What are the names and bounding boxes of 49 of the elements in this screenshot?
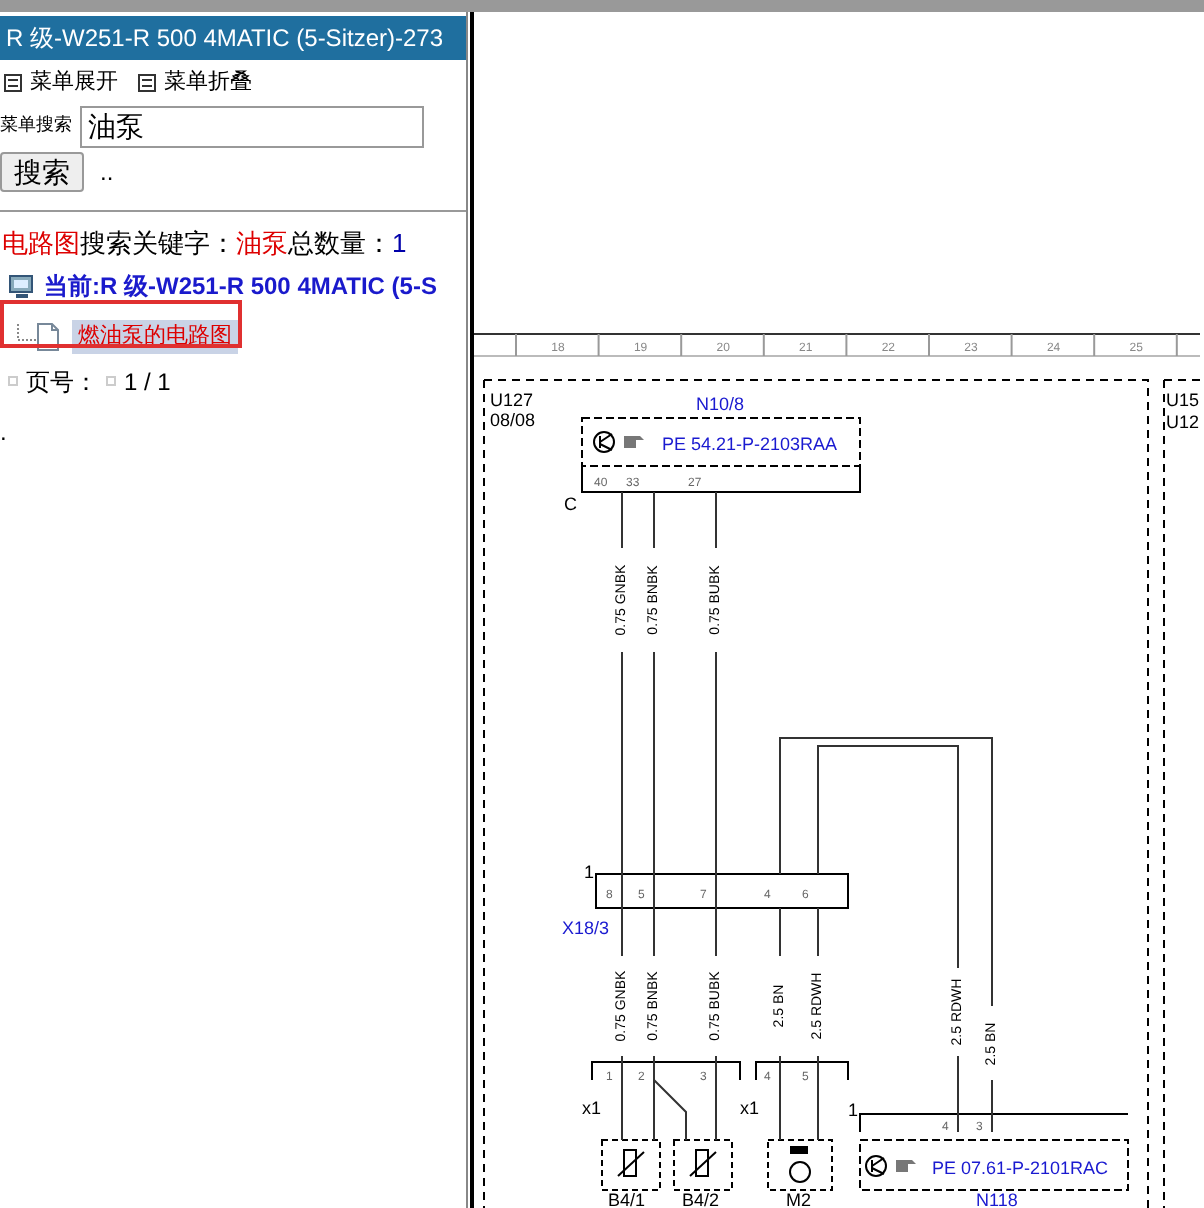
wire: [621, 491, 623, 549]
label-text: B4/2: [682, 1190, 720, 1208]
label-text: 1: [848, 1100, 859, 1120]
label-text: U12: [1166, 412, 1200, 432]
search-button[interactable]: 搜索: [0, 151, 84, 191]
transistor-icon: [593, 431, 615, 453]
motor-symbol: [767, 1139, 833, 1191]
wire: [621, 1055, 623, 1141]
label-text: x1: [740, 1098, 760, 1118]
component-label: PE 54.21-P-2103RAA: [662, 434, 838, 454]
search-field[interactable]: 油泵: [80, 105, 424, 147]
wire: [817, 1055, 819, 1141]
image-placeholder: [106, 376, 116, 386]
label-text: U15: [1166, 390, 1200, 410]
transistor-icon: [865, 1155, 887, 1177]
wire: [715, 1055, 717, 1141]
tree-root-item[interactable]: 当前:R 级-W251-R 500 4MATIC (5-S: [44, 268, 437, 304]
component-label: PE 07.61-P-2101RAC: [932, 1158, 1109, 1178]
image-placeholder: [8, 376, 18, 386]
sensor-symbol: [601, 1139, 661, 1191]
label-text: U127: [490, 390, 534, 410]
ellipsis-text: ..: [100, 155, 114, 189]
wire: [715, 491, 717, 549]
pager-label: 页号：: [26, 365, 98, 399]
label-text: M2: [786, 1190, 812, 1208]
dot-text: .: [0, 415, 9, 439]
connector-strip: [755, 1061, 849, 1081]
wire: [991, 1079, 993, 1133]
menu-link[interactable]: 菜单折叠: [138, 66, 252, 99]
label-text: B4/1: [608, 1190, 646, 1208]
list-icon: [138, 73, 156, 92]
wire: [653, 491, 655, 549]
component-label: N118: [976, 1190, 1018, 1208]
list-icon: [4, 73, 22, 92]
sensor-symbol: [673, 1139, 733, 1191]
search-label: 菜单搜索: [0, 112, 72, 139]
component-label: X18/3: [562, 918, 610, 938]
label-text: 1: [584, 862, 595, 882]
label-text: 08/08: [490, 410, 536, 430]
menu-link[interactable]: 菜单展开: [4, 66, 118, 99]
label-text: x1: [582, 1098, 602, 1118]
wire: [957, 1055, 959, 1133]
window-title: R 级-W251-R 500 4MATIC (5-Sitzer)-273: [0, 16, 466, 60]
computer-icon: [8, 273, 36, 299]
wire: [779, 1055, 781, 1141]
pager-value: 1 / 1: [124, 365, 171, 399]
search-summary: 电路图搜索关键字：油泵总数量：1: [0, 225, 409, 261]
label-text: C: [564, 494, 577, 514]
component-label: N10/8: [696, 394, 745, 414]
